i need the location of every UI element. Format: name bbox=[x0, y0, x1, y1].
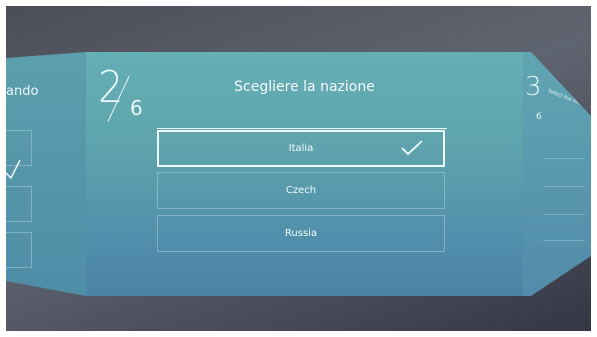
country-option-label: Russia bbox=[284, 228, 318, 239]
setup-screen: ando 2 6 Scegliere la nazione Italia Cze… bbox=[6, 6, 591, 331]
country-option-label: Czech bbox=[285, 185, 317, 196]
previous-step-title: ando bbox=[6, 84, 39, 99]
next-step-number: 3 bbox=[525, 72, 542, 102]
next-step-panel[interactable]: 3 6 Select the time zone bbox=[523, 52, 591, 296]
country-option-italia[interactable]: Italia bbox=[157, 130, 445, 167]
title-divider bbox=[157, 128, 447, 129]
previous-step-option bbox=[6, 186, 32, 222]
previous-step-panel[interactable]: ando bbox=[6, 52, 86, 296]
next-step-total: 6 bbox=[536, 112, 542, 122]
country-option-czech[interactable]: Czech bbox=[157, 172, 445, 209]
country-option-label: Italia bbox=[288, 143, 314, 154]
total-steps: 6 bbox=[130, 96, 143, 120]
country-option-russia[interactable]: Russia bbox=[157, 215, 445, 252]
next-step-row bbox=[543, 140, 585, 159]
next-step-row bbox=[543, 168, 585, 187]
page-title: Scegliere la nazione bbox=[234, 79, 375, 95]
country-selection-panel: 2 6 Scegliere la nazione Italia Czech Ru… bbox=[86, 52, 523, 296]
previous-step-option bbox=[6, 232, 32, 268]
checkmark-icon bbox=[6, 159, 21, 180]
next-step-row bbox=[543, 196, 585, 215]
next-step-title: Select the time zone bbox=[546, 88, 591, 113]
checkmark-icon bbox=[401, 140, 423, 156]
next-step-row bbox=[543, 222, 585, 241]
